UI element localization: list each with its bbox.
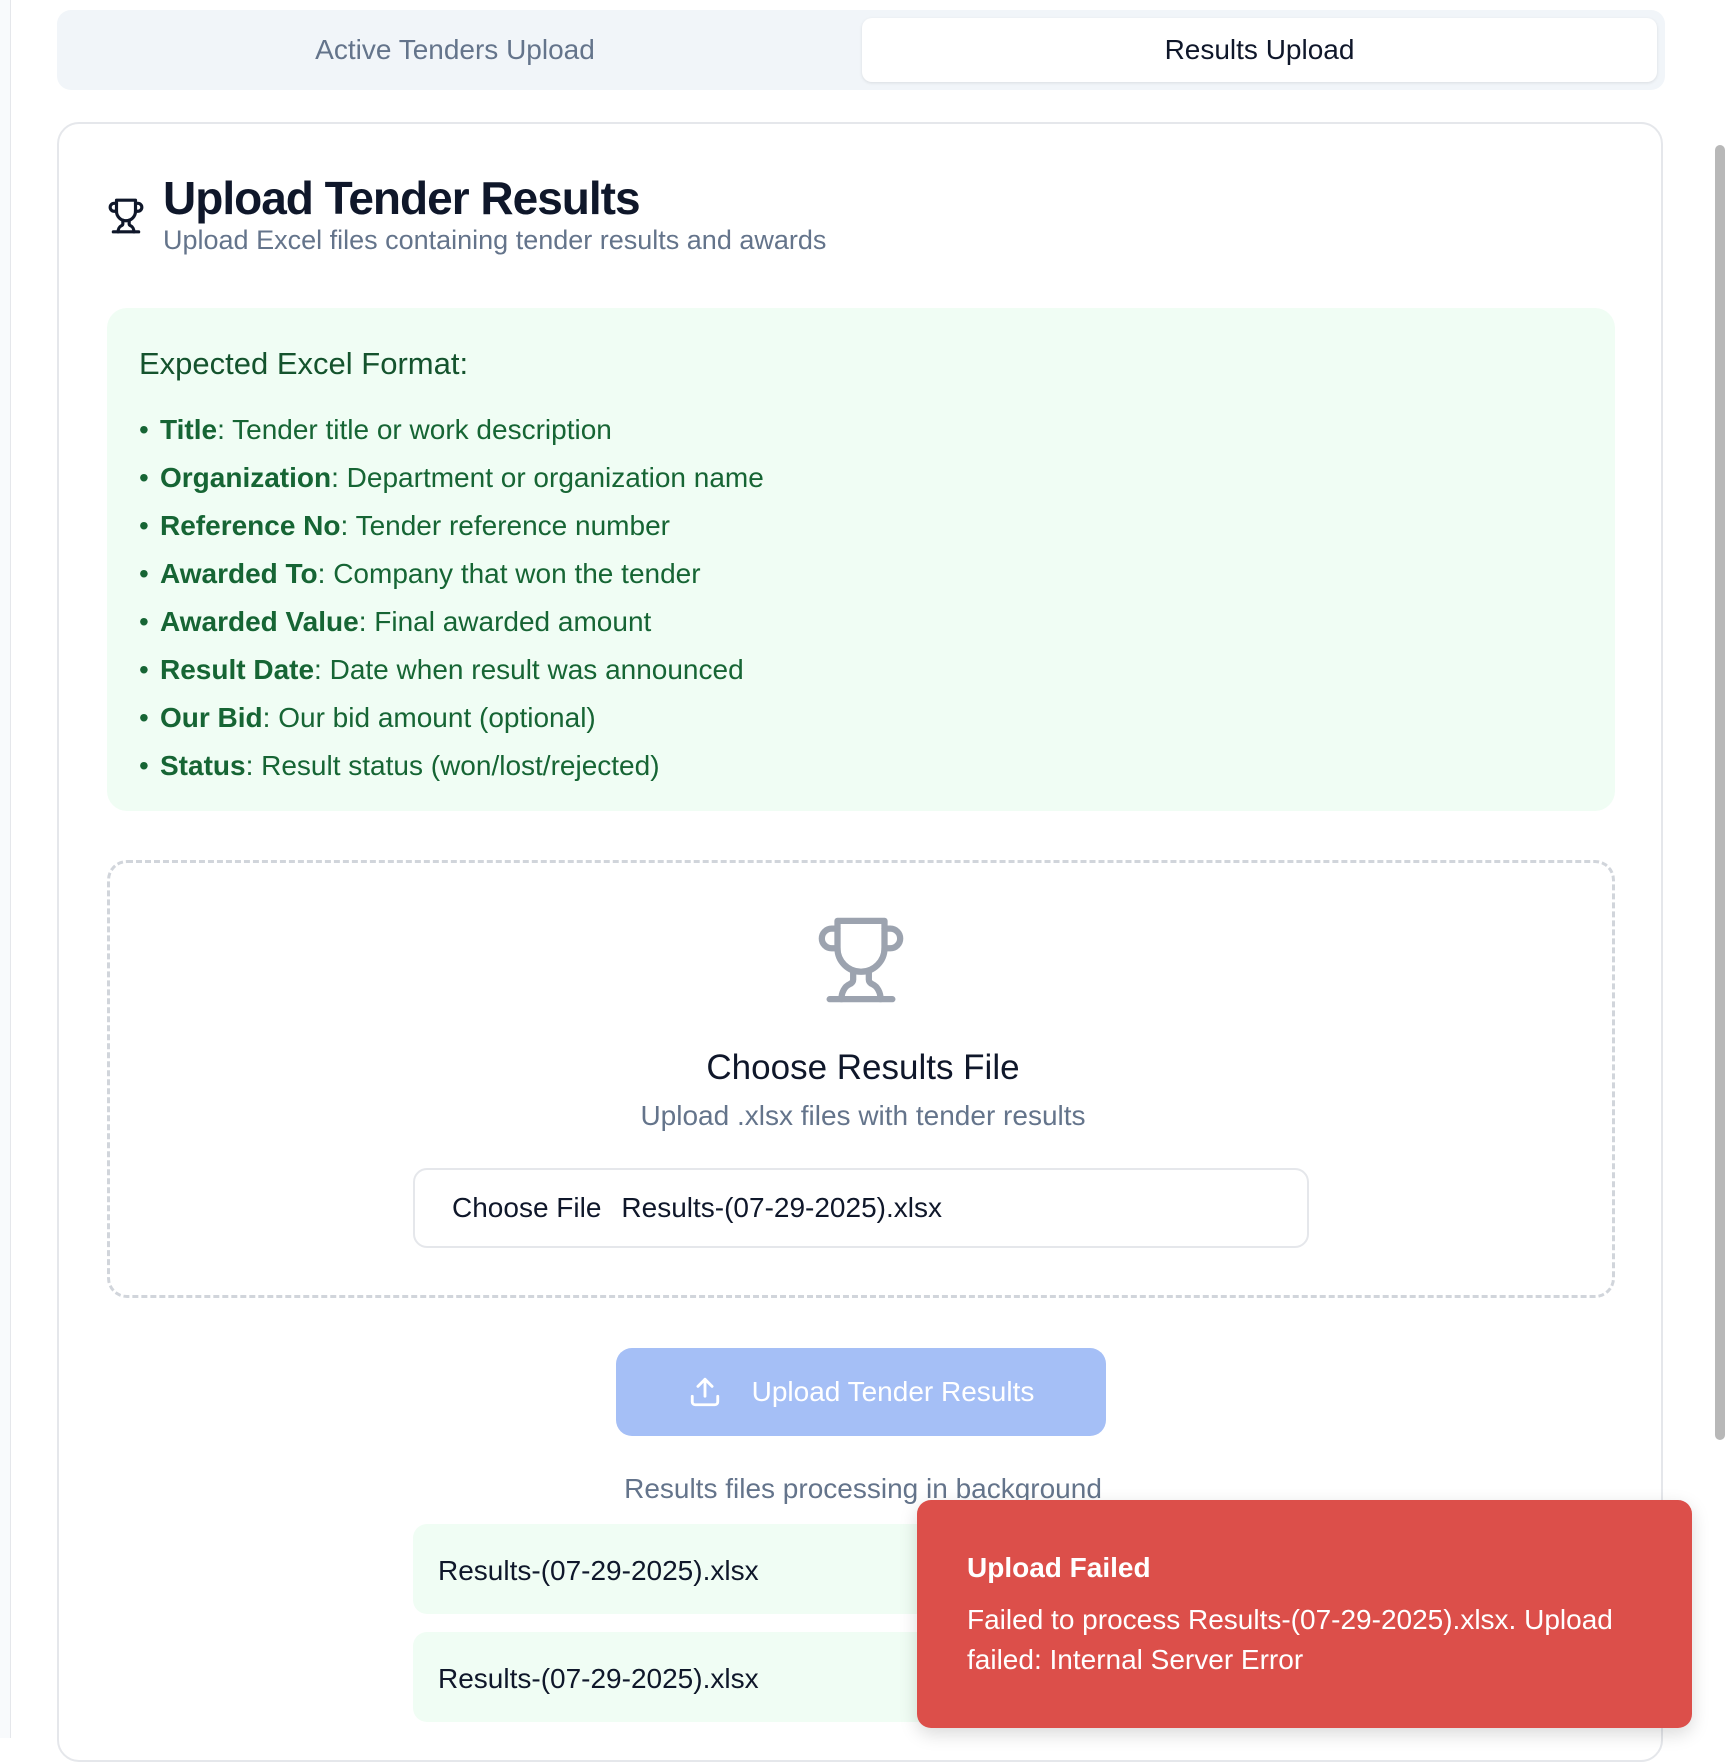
expected-format-box: Expected Excel Format: • Title: Tender ti… (107, 308, 1615, 811)
field-desc: : Result status (won/lost/rejected) (245, 750, 660, 781)
file-input[interactable]: Choose File Results-(07-29-2025).xlsx (413, 1168, 1309, 1248)
field-name: Status (160, 750, 246, 781)
tab-results-upload[interactable]: Results Upload (862, 18, 1657, 82)
field-desc: : Final awarded amount (358, 606, 652, 637)
field-name: Title (160, 414, 218, 445)
choose-file-button[interactable]: Choose File (452, 1192, 601, 1224)
field-desc: : Our bid amount (optional) (262, 702, 596, 733)
list-item: • Result Date: Date when result was annou… (139, 654, 744, 685)
field-name: Our Bid (160, 702, 263, 733)
page-title: Upload Tender Results (163, 172, 641, 224)
list-item: • Status: Result status (won/lost/rejecte… (139, 750, 660, 781)
trophy-icon (818, 917, 904, 1003)
tab-active-tenders-upload[interactable]: Active Tenders Upload (65, 18, 845, 82)
list-item: • Reference No: Tender reference number (139, 510, 670, 541)
upload-tabs: Active Tenders Upload Results Upload (57, 10, 1665, 90)
field-name: Reference No (160, 510, 341, 541)
field-desc: : Tender title or work description (217, 414, 612, 445)
field-desc: : Date when result was announced (314, 654, 744, 685)
field-desc: : Department or organization name (331, 462, 764, 493)
toast-message: Failed to process Results-(07-29-2025).x… (967, 1604, 1613, 1675)
list-item: • Title: Tender title or work description (139, 414, 612, 445)
list-item: • Awarded Value: Final awarded amount (139, 606, 652, 637)
field-name: Result Date (160, 654, 315, 685)
field-desc: : Tender reference number (340, 510, 670, 541)
list-item: • Awarded To: Company that won the tender (139, 558, 701, 589)
processing-file-name: Results-(07-29-2025).xlsx (438, 1663, 759, 1694)
upload-tender-results-button[interactable]: Upload Tender Results (616, 1348, 1106, 1436)
format-title: Expected Excel Format: (139, 346, 469, 381)
dropzone-subtitle: Upload .xlsx files with tender results (640, 1100, 1086, 1131)
processing-file-name: Results-(07-29-2025).xlsx (438, 1555, 759, 1586)
upload-button-label: Upload Tender Results (751, 1376, 1035, 1407)
format-field-list: • Title: Tender title or work description… (139, 406, 764, 790)
dropzone-title: Choose Results File (706, 1048, 1020, 1087)
field-desc: : Company that won the tender (317, 558, 701, 589)
toast-title: Upload Failed (967, 1552, 1151, 1583)
page-subtitle: Upload Excel files containing tender res… (163, 225, 827, 255)
list-item: • Our Bid: Our bid amount (optional) (139, 702, 596, 733)
list-item: • Organization: Department or organizatio… (139, 462, 764, 493)
upload-icon (690, 1377, 719, 1407)
scrollbar-thumb[interactable] (1715, 145, 1725, 1440)
field-name: Awarded Value (160, 606, 359, 637)
error-toast[interactable]: Upload Failed Failed to process Results-… (917, 1500, 1692, 1728)
field-name: Awarded To (160, 558, 318, 589)
selected-file-name: Results-(07-29-2025).xlsx (621, 1192, 942, 1223)
trophy-icon (108, 198, 144, 234)
field-name: Organization (160, 462, 332, 493)
